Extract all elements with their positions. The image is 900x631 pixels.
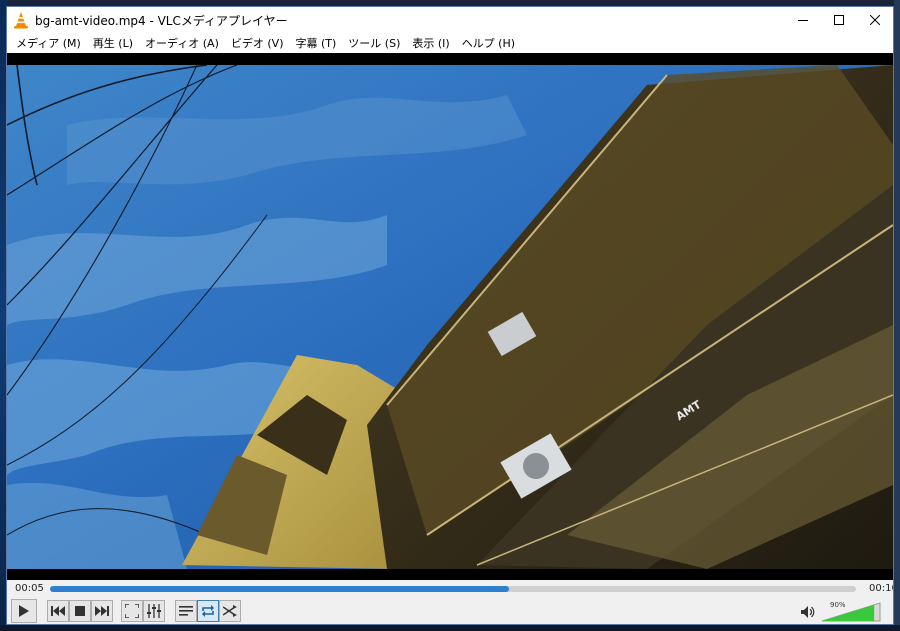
skip-next-icon	[95, 606, 109, 616]
total-time: 00:10	[869, 583, 893, 594]
minimize-icon	[798, 20, 808, 21]
menu-media[interactable]: メディア (M)	[11, 35, 86, 51]
menu-playback[interactable]: 再生 (L)	[88, 35, 138, 51]
desktop-background-bottom	[0, 625, 900, 631]
controls-bar: 90%	[7, 598, 893, 624]
elapsed-time: 00:05	[15, 583, 44, 594]
maximize-button[interactable]	[819, 7, 859, 33]
video-display[interactable]: AMT	[7, 53, 893, 580]
loop-icon	[202, 605, 214, 617]
desktop-background-right	[894, 0, 900, 631]
volume-percent: 90%	[830, 601, 846, 609]
equalizer-sliders-icon	[147, 604, 161, 618]
menu-subtitle[interactable]: 字幕 (T)	[290, 35, 341, 51]
menu-audio[interactable]: オーディオ (A)	[140, 35, 224, 51]
menu-help[interactable]: ヘルプ (H)	[457, 35, 520, 51]
stop-icon	[75, 606, 85, 616]
window-title: bg-amt-video.mp4 - VLCメディアプレイヤー	[35, 14, 288, 28]
menu-view[interactable]: 表示 (I)	[407, 35, 454, 51]
vlc-window: bg-amt-video.mp4 - VLCメディアプレイヤー メディア (M)…	[6, 6, 894, 625]
stop-button[interactable]	[69, 600, 91, 622]
previous-button[interactable]	[47, 600, 69, 622]
menu-video[interactable]: ビデオ (V)	[226, 35, 289, 51]
seek-bar-progress	[50, 586, 510, 592]
shuffle-icon	[223, 605, 237, 617]
playlist-button[interactable]	[175, 600, 197, 622]
title-bar[interactable]: bg-amt-video.mp4 - VLCメディアプレイヤー	[7, 7, 893, 33]
random-button[interactable]	[219, 600, 241, 622]
loop-button[interactable]	[197, 600, 219, 622]
extended-settings-button[interactable]	[143, 600, 165, 622]
seek-row: 00:05 00:10	[7, 580, 893, 598]
fullscreen-button[interactable]	[121, 600, 143, 622]
skip-previous-icon	[51, 606, 65, 616]
vlc-cone-icon	[14, 12, 28, 29]
close-button[interactable]	[855, 7, 893, 33]
next-button[interactable]	[91, 600, 113, 622]
menu-tools[interactable]: ツール (S)	[343, 35, 405, 51]
play-icon	[19, 605, 29, 617]
maximize-icon	[834, 15, 844, 25]
playlist-icon	[179, 606, 193, 616]
speaker-icon[interactable]	[801, 605, 815, 619]
play-button[interactable]	[11, 599, 37, 623]
video-frame: AMT	[7, 65, 893, 569]
minimize-button[interactable]	[783, 7, 823, 33]
menu-bar: メディア (M) 再生 (L) オーディオ (A) ビデオ (V) 字幕 (T)…	[7, 33, 893, 53]
seek-bar[interactable]	[50, 586, 856, 592]
volume-slider[interactable]: 90%	[820, 601, 882, 623]
fullscreen-icon	[125, 604, 139, 618]
close-icon	[870, 15, 880, 25]
